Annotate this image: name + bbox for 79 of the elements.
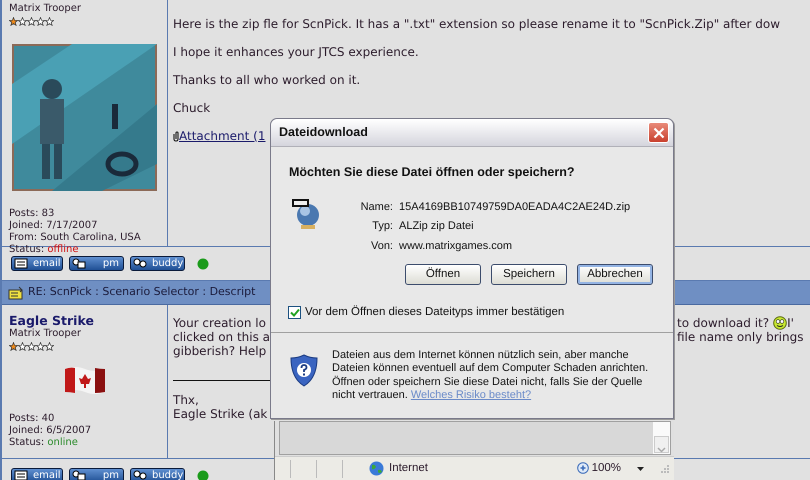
empty-star-icon xyxy=(27,16,36,27)
post-text: file name only brings xyxy=(677,330,804,344)
status-value: offline xyxy=(47,244,78,255)
post-text: Your creation lo xyxy=(173,316,266,330)
dialog-question: Möchten Sie diese Datei öffnen oder speichern? xyxy=(288,164,576,181)
people-icon xyxy=(72,258,86,270)
forum-button[interactable]: pm xyxy=(69,468,124,480)
note-icon xyxy=(8,286,24,300)
checkbox[interactable] xyxy=(288,306,301,320)
dropdown-arrow-icon[interactable] xyxy=(637,466,644,470)
people-icon xyxy=(72,470,86,480)
profile-stat: Posts: 40 xyxy=(9,413,56,425)
post-text: Chuck xyxy=(173,101,212,115)
zip-file-icon xyxy=(291,198,321,230)
text-area[interactable] xyxy=(279,421,671,455)
status-label: Status: xyxy=(9,437,46,448)
post-text: Here is the zip fle for ScnPick. It has a ".txt" extension so please rename it to "ScnPick.Zip" after dow xyxy=(173,17,782,31)
resize-grip-icon[interactable] xyxy=(660,464,670,474)
forum-button[interactable]: email xyxy=(11,468,63,480)
warning-text: Dateien aus dem Internet können nützlich sein, aber manche Dateien können eventuell auf dem Computer Schaden anrichten. Öffnen oder speichern Sie diese Datei nicht, falls Sie der Quelle nicht vertrauen. Welches Risiko besteht? xyxy=(332,348,650,402)
empty-star-icon xyxy=(36,341,45,352)
dialog-button[interactable]: Öffnen xyxy=(405,264,481,286)
field-label: Name: xyxy=(360,200,394,215)
status-label: Status: xyxy=(9,244,46,255)
author-name: Eagle Strike xyxy=(9,313,95,328)
shield-icon xyxy=(290,354,318,386)
risk-link[interactable]: Welches Risiko besteht? xyxy=(410,389,532,401)
dialog-button[interactable]: Speichern xyxy=(491,264,567,286)
profile-stat: Joined: 7/17/2007 xyxy=(9,220,99,232)
post-text: I hope it enhances your JTCS experience. xyxy=(173,45,420,59)
post-text: I' xyxy=(787,316,794,330)
field-value: 15A4169BB10749759DA0EADA4C2AE24D.zip xyxy=(399,200,630,215)
forum-button[interactable]: email xyxy=(11,256,63,271)
profile-stat: From: South Carolina, USA xyxy=(9,232,142,244)
post-title: RE: ScnPick : Scenario Selector : Descript xyxy=(28,284,256,300)
scrollbar[interactable] xyxy=(653,422,670,454)
status-value: online xyxy=(47,437,78,448)
checkbox-label: Vor dem Öffnen dieses Dateityps immer bestätigen xyxy=(305,304,564,320)
post-text: Thanks to all who worked on it. xyxy=(173,73,362,87)
post-text: to download it? xyxy=(677,316,770,330)
field-label: Von: xyxy=(370,238,394,254)
envelope-icon xyxy=(14,258,28,270)
field-label: Typ: xyxy=(371,219,394,234)
close-icon xyxy=(652,126,664,138)
empty-star-icon xyxy=(45,341,54,352)
filled-star-icon xyxy=(9,341,18,352)
zoom-level[interactable]: 100% xyxy=(592,460,621,478)
post-text: clicked on this a xyxy=(173,330,270,344)
dialog-title: Dateidownload xyxy=(279,124,368,142)
profile-stat: Joined: 6/5/2007 xyxy=(9,425,92,437)
filled-star-icon xyxy=(9,16,18,27)
people-icon xyxy=(133,470,147,480)
zoom-icon xyxy=(576,462,590,475)
profile-stat: Posts: 83 xyxy=(9,208,56,220)
empty-star-icon xyxy=(45,16,54,27)
close-button[interactable] xyxy=(648,122,669,143)
forum-button[interactable]: buddy xyxy=(130,256,185,271)
globe-icon xyxy=(369,461,384,476)
empty-star-icon xyxy=(36,16,45,27)
author-rank: Matrix Trooper xyxy=(9,328,82,340)
people-icon xyxy=(133,258,147,270)
empty-star-icon xyxy=(18,16,27,27)
dialog-button[interactable]: Abbrechen xyxy=(577,264,653,286)
attachment-link[interactable]: Attachment (1 xyxy=(179,129,266,143)
smiley-icon xyxy=(773,316,788,330)
empty-star-icon xyxy=(27,341,36,352)
scroll-down-button[interactable] xyxy=(654,436,669,453)
signature-text: Eagle Strike (ak xyxy=(173,407,268,421)
empty-star-icon xyxy=(18,341,27,352)
post-text: gibberish? Help xyxy=(173,344,266,358)
signature-text: Thx, xyxy=(173,393,199,407)
field-value: ALZip zip Datei xyxy=(399,219,475,234)
forum-button[interactable]: pm xyxy=(69,256,124,271)
author-rank: Matrix Trooper xyxy=(9,3,82,15)
forum-button[interactable]: buddy xyxy=(130,468,185,480)
zone-label: Internet xyxy=(389,460,428,476)
field-value: www.matrixgames.com xyxy=(399,238,514,254)
paperclip-icon xyxy=(173,130,179,142)
envelope-icon xyxy=(14,470,28,480)
